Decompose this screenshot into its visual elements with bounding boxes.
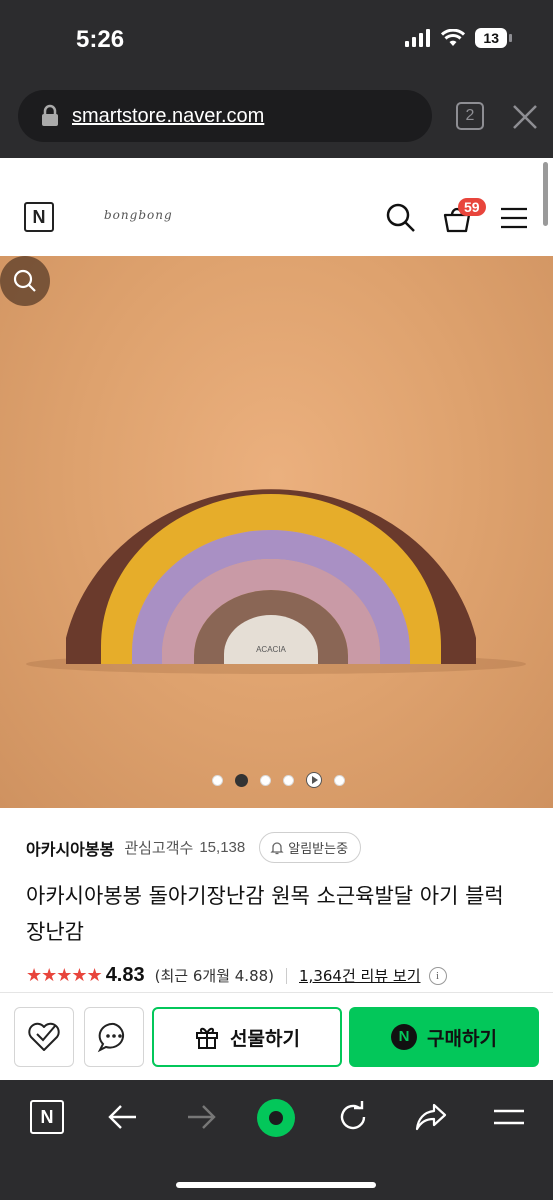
- store-row: 아카시아봉봉 관심고객수 15,138 알림받는중: [26, 832, 362, 863]
- watcher-count: 15,138: [199, 839, 246, 856]
- back-arrow-icon[interactable]: [106, 1100, 140, 1134]
- chat-icon: [97, 1022, 125, 1053]
- web-page: N bongbong 59 ACACIA 아카시아봉봉 관심고객수 15,138…: [0, 158, 553, 1080]
- rating-value: 4.83: [105, 964, 145, 986]
- carousel-dot-active[interactable]: [235, 773, 248, 787]
- url-text[interactable]: smartstore.naver.com: [72, 105, 264, 128]
- home-indicator: [176, 1182, 376, 1188]
- recent-rating: (최근 6개월 4.88): [154, 967, 275, 985]
- divider: [286, 967, 288, 984]
- chat-button[interactable]: [84, 1007, 144, 1067]
- more-menu-icon[interactable]: [492, 1100, 526, 1134]
- gift-icon: [196, 1027, 219, 1049]
- lock-icon: [42, 104, 58, 126]
- carousel-dot[interactable]: [283, 774, 294, 786]
- carousel-video-dot[interactable]: [306, 772, 322, 788]
- battery-indicator: 13: [475, 28, 512, 48]
- buy-label: 구매하기: [427, 1027, 497, 1050]
- site-header: N bongbong 59: [0, 158, 553, 256]
- buy-button[interactable]: N 구매하기: [349, 1007, 539, 1067]
- zoom-icon[interactable]: [0, 256, 50, 306]
- wishlist-button[interactable]: [14, 1007, 74, 1067]
- wifi-icon: [441, 29, 466, 46]
- menu-icon[interactable]: [500, 206, 528, 230]
- cart-count-badge: 59: [458, 198, 486, 216]
- notify-label: 알림받는중: [288, 842, 349, 857]
- close-icon[interactable]: [510, 102, 540, 132]
- green-dot-icon[interactable]: [254, 1096, 298, 1140]
- reload-icon[interactable]: [336, 1100, 370, 1134]
- info-icon[interactable]: i: [428, 966, 447, 985]
- gift-label: 선물하기: [230, 1027, 300, 1050]
- url-field[interactable]: smartstore.naver.com: [18, 90, 432, 142]
- product-image-carousel[interactable]: ACACIA: [0, 256, 553, 808]
- naver-logo[interactable]: N: [24, 202, 54, 232]
- carousel-dot[interactable]: [260, 774, 271, 786]
- browser-address-bar: smartstore.naver.com 2: [0, 80, 553, 158]
- page-scrollbar[interactable]: [543, 162, 548, 226]
- purchase-action-bar: 선물하기 N 구매하기: [0, 992, 553, 1080]
- carousel-indicators: [212, 772, 345, 788]
- notify-button[interactable]: 알림받는중: [259, 832, 362, 863]
- carousel-dot[interactable]: [334, 774, 345, 786]
- tabs-button[interactable]: 2: [456, 102, 484, 130]
- forward-arrow-icon[interactable]: [184, 1100, 218, 1134]
- naver-pay-icon: N: [391, 1024, 418, 1050]
- store-name[interactable]: 아카시아봉봉: [26, 836, 114, 860]
- status-icons: 13: [405, 28, 512, 48]
- heart-check-icon: [28, 1022, 60, 1051]
- share-icon[interactable]: [414, 1100, 448, 1134]
- block-label: ACACIA: [256, 645, 286, 654]
- carousel-dot[interactable]: [212, 774, 223, 786]
- naver-home-button[interactable]: N: [30, 1100, 64, 1134]
- signal-icon: [405, 29, 431, 47]
- product-title: 아카시아봉봉 돌아기장난감 원목 소근육발달 아기 블럭 장난감: [26, 884, 504, 944]
- bell-icon: [270, 841, 284, 854]
- status-time: 5:26: [76, 26, 125, 53]
- brand-logo[interactable]: bongbong: [104, 208, 173, 222]
- review-link[interactable]: 1,364건 리뷰 보기: [299, 965, 420, 986]
- rating-stars: ★★★★★: [26, 965, 103, 986]
- watcher-label: 관심고객수: [124, 839, 194, 857]
- status-bar: 5:26 13: [0, 0, 553, 80]
- search-icon[interactable]: [385, 202, 417, 234]
- rating-row: ★★★★★ 4.83 (최근 6개월 4.88) 1,364건 리뷰 보기 i: [26, 964, 447, 987]
- gift-button[interactable]: 선물하기: [152, 1007, 342, 1067]
- product-photo: ACACIA: [26, 489, 526, 674]
